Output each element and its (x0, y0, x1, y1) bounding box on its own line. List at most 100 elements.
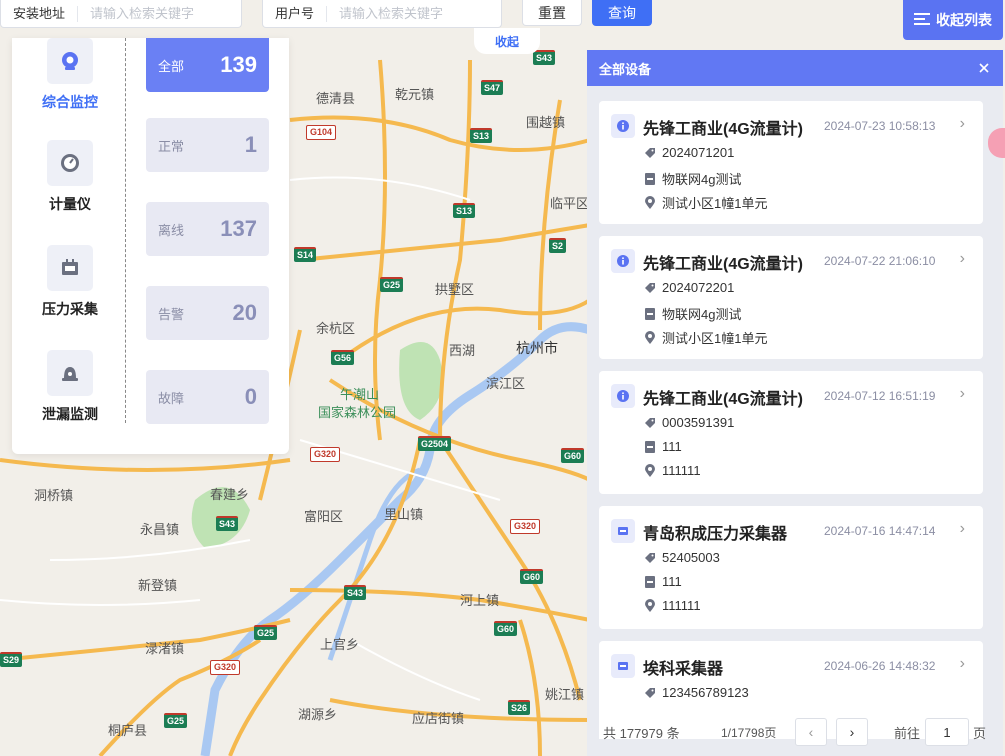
stat-normal[interactable]: 正常 1 (146, 118, 269, 172)
map-place-label: 永昌镇 (140, 522, 180, 537)
road-shield: G25 (380, 277, 404, 292)
query-button[interactable]: 查询 (592, 0, 652, 26)
map-place-label: 上官乡 (320, 637, 360, 652)
stat-value: 0 (244, 384, 257, 409)
device-type-row: 物联网4g测试 (644, 169, 741, 188)
device-address: 测试小区1幢1单元 (662, 196, 768, 211)
map-place-label: 洞桥镇 (34, 488, 74, 503)
collapse-list-label: 收起列表 (936, 12, 992, 28)
location-icon (644, 464, 656, 477)
info-icon (611, 114, 635, 138)
category-meter[interactable]: 计量仪 (12, 140, 128, 214)
map-place-label: 滨江区 (486, 376, 526, 391)
address-search-field: 安装地址 (0, 0, 242, 28)
chevron-right-icon: › (849, 724, 855, 740)
device-address-row: 测试小区1幢1单元 (644, 193, 767, 212)
chevron-right-icon[interactable]: › (960, 520, 965, 538)
meter-box-icon (644, 575, 656, 588)
road-shield: G56 (331, 350, 355, 365)
device-name: 埃科采集器 (643, 661, 724, 678)
goto-label: 前往 (894, 725, 921, 741)
road-shield: S13 (470, 128, 493, 143)
map-place-label: 渌渚镇 (145, 641, 185, 656)
category-comprehensive-monitoring[interactable]: 综合监控 (12, 38, 128, 112)
device-code-row: 0003591391 (644, 415, 734, 430)
map-place-label: 春建乡 (210, 487, 250, 502)
stat-value: 1 (244, 132, 257, 157)
page-unit-label: 页 (973, 725, 987, 741)
reset-button[interactable]: 重置 (522, 0, 582, 26)
stat-label: 正常 (158, 138, 185, 154)
chevron-right-icon[interactable]: › (960, 385, 965, 403)
device-type: 物联网4g测试 (662, 307, 742, 322)
chevron-right-icon[interactable]: › (960, 115, 965, 133)
goto-page-input[interactable] (925, 718, 969, 746)
chevron-right-icon[interactable]: › (960, 655, 965, 673)
map-place-label: 河上镇 (460, 593, 500, 608)
device-address: 111111 (662, 463, 701, 478)
device-card[interactable]: 先锋工商业(4G流量计) 2024-07-12 16:51:19 › 00035… (599, 371, 983, 494)
pressure-icon (47, 245, 93, 291)
road-shield: S2 (549, 238, 567, 253)
total-count: 共 177979 条 (603, 725, 680, 741)
collapse-map-tab[interactable]: 收起 (474, 28, 540, 54)
road-shield: S26 (508, 700, 531, 715)
device-address-row: 111111 (644, 598, 701, 613)
user-search-field: 用户号 (262, 0, 502, 28)
map-place-label: 新登镇 (138, 578, 178, 593)
close-icon[interactable] (979, 61, 989, 76)
stat-fault[interactable]: 故障 0 (146, 370, 269, 424)
device-code: 0003591391 (662, 415, 735, 430)
stat-value: 137 (220, 216, 257, 241)
map-place-label: 湖源乡 (298, 707, 338, 722)
chevron-right-icon[interactable]: › (960, 250, 965, 268)
device-type-row: 111 (644, 574, 682, 589)
road-shield: G320 (510, 519, 541, 534)
device-card[interactable]: 先锋工商业(4G流量计) 2024-07-23 10:58:13 › 20240… (599, 101, 983, 224)
device-code: 2024071201 (662, 145, 735, 160)
device-address-row: 111111 (644, 463, 701, 478)
collector-icon (611, 654, 635, 678)
device-code-row: 2024071201 (644, 145, 734, 160)
stat-alarm[interactable]: 告警 20 (146, 286, 269, 340)
category-leak-detection[interactable]: 泄漏监测 (12, 350, 128, 424)
map-place-label: 杭州市 (516, 340, 558, 356)
map-place-label: 余杭区 (316, 321, 356, 336)
stat-offline[interactable]: 离线 137 (146, 202, 269, 256)
tag-icon (644, 687, 656, 699)
monitor-icon (47, 38, 93, 84)
device-list[interactable]: 先锋工商业(4G流量计) 2024-07-23 10:58:13 › 20240… (599, 101, 983, 739)
device-card[interactable]: 青岛积成压力采集器 2024-07-16 14:47:14 › 52405003… (599, 506, 983, 629)
address-search-input[interactable] (78, 6, 219, 21)
road-shield: G25 (164, 713, 188, 728)
map-place-label: 拱墅区 (435, 282, 475, 297)
device-date: 2024-07-22 21:06:10 (824, 254, 936, 268)
stat-all[interactable]: 全部 139 (146, 38, 269, 92)
tag-icon (644, 147, 656, 159)
category-pressure-collection[interactable]: 压力采集 (12, 245, 128, 319)
stat-label: 全部 (158, 58, 185, 74)
map-place-label: 国家森林公园 (318, 405, 397, 420)
road-shield: G60 (494, 621, 518, 636)
device-list-header: 全部设备 (587, 50, 1003, 86)
device-address-row: 测试小区1幢1单元 (644, 328, 767, 347)
road-shield: G320 (310, 447, 341, 462)
meter-box-icon (644, 440, 656, 453)
next-page-button[interactable]: › (836, 718, 868, 746)
device-name: 青岛积成压力采集器 (643, 526, 788, 543)
meter-box-icon (644, 307, 656, 320)
road-shield: G25 (254, 625, 278, 640)
stat-label: 离线 (158, 222, 185, 238)
map-place-label: 午潮山 (340, 387, 380, 402)
map-place-label: 姚江镇 (545, 687, 585, 702)
tag-icon (644, 552, 656, 564)
device-address: 111111 (662, 598, 701, 613)
device-name: 先锋工商业(4G流量计) (643, 256, 804, 273)
location-icon (644, 599, 656, 612)
map-place-label: 围越镇 (526, 115, 566, 130)
device-card[interactable]: 先锋工商业(4G流量计) 2024-07-22 21:06:10 › 20240… (599, 236, 983, 359)
prev-page-button[interactable]: ‹ (795, 718, 827, 746)
user-search-input[interactable] (327, 6, 468, 21)
collapse-list-button[interactable]: 收起列表 (903, 0, 1003, 40)
alarm-icon (47, 350, 93, 396)
